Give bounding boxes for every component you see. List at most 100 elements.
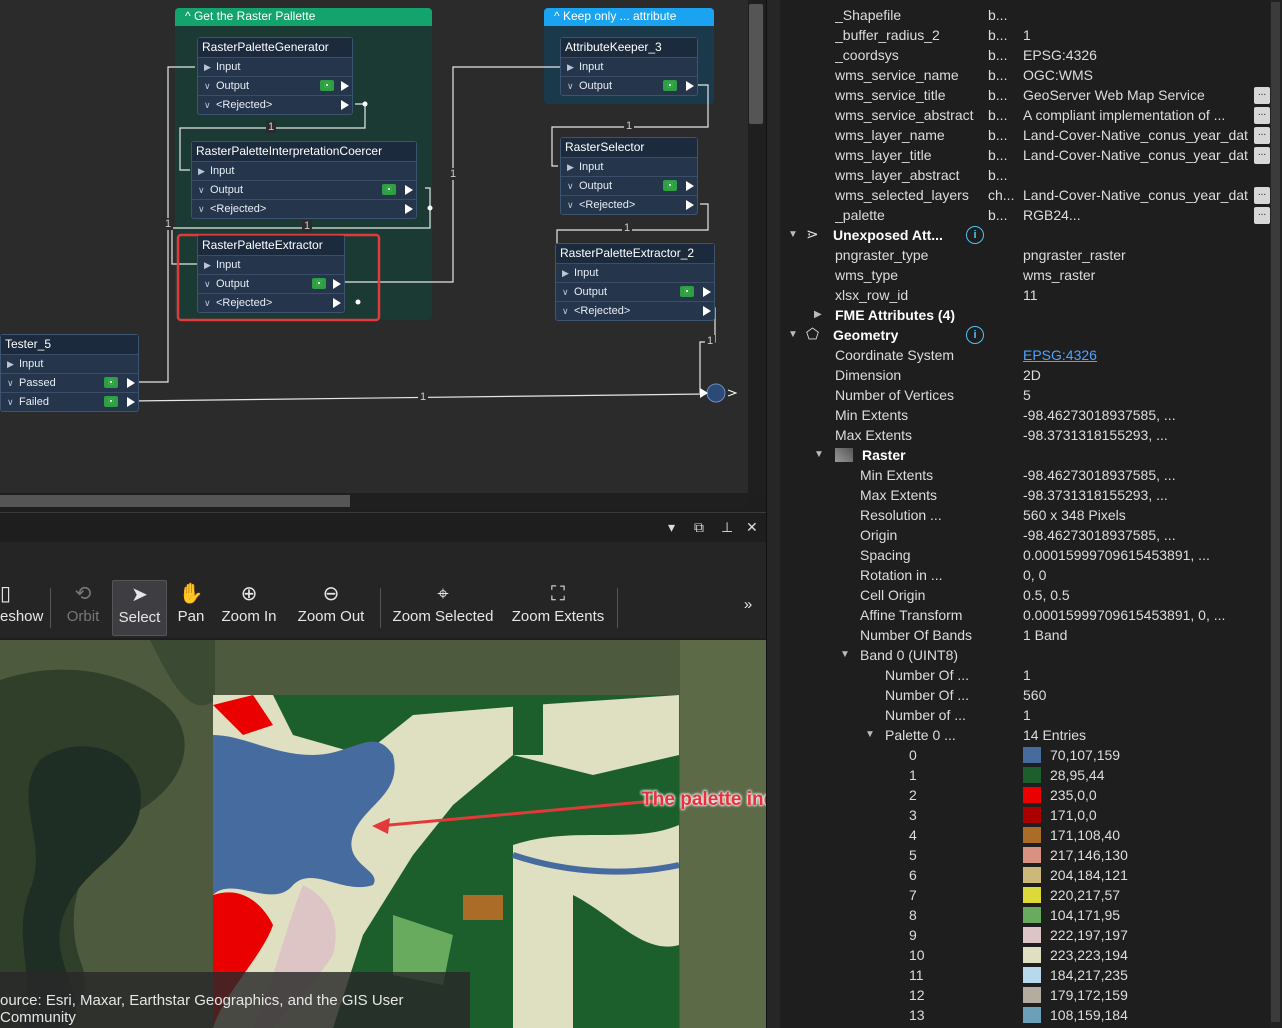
eye-icon[interactable] — [104, 377, 118, 388]
input-port[interactable]: ▶ Input — [561, 57, 697, 76]
band-row[interactable]: Number Of ... 560 — [780, 685, 1270, 705]
attribute-row[interactable]: wms_type wms_raster — [780, 265, 1270, 285]
property-value[interactable]: EPSG:4326 — [1023, 345, 1260, 365]
input-port[interactable]: ▶ Input — [556, 263, 714, 282]
attribute-row[interactable]: wms_service_abstract b... A compliant impl… — [780, 105, 1270, 125]
palette-entry-row[interactable]: 3 171,0,0 — [780, 805, 1270, 825]
scroll-thumb[interactable] — [1271, 2, 1280, 1022]
input-port[interactable]: ▶ Input — [198, 255, 344, 274]
rejected-port[interactable]: ∨ <Rejected> — [192, 199, 416, 218]
transformer-tester[interactable]: Tester_5 ▶ Input ∨ Passed ∨ Failed — [0, 334, 139, 412]
pin-icon[interactable]: ⊥ — [721, 519, 733, 536]
raster-row[interactable]: Min Extents -98.46273018937585, ... — [780, 465, 1270, 485]
transformer-raster-selector[interactable]: RasterSelector ▶ Input ∨ Output ∨ <Rejected… — [560, 137, 698, 215]
palette-entry-row[interactable]: 13 108,159,184 — [780, 1005, 1270, 1025]
palette-entry-row[interactable]: 10 223,223,194 — [780, 945, 1270, 965]
palette-entry-row[interactable]: 5 217,146,130 — [780, 845, 1270, 865]
zoom-selected-button[interactable]: ⌖ Zoom Selected — [390, 580, 496, 636]
output-port[interactable]: ∨ Output — [561, 76, 697, 95]
section-unexposed-attributes[interactable]: ▼ ⋗ Unexposed Att... i — [780, 225, 1270, 245]
expand-value-button[interactable]: ... — [1254, 127, 1270, 144]
palette-entry-row[interactable]: 0 70,107,159 — [780, 745, 1270, 765]
eye-icon[interactable] — [382, 184, 396, 195]
attribute-row[interactable]: wms_layer_title b... Land-Cover-Native_con… — [780, 145, 1270, 165]
output-port[interactable]: ∨ Output — [198, 76, 352, 95]
chevron-down-icon[interactable]: ▼ — [788, 325, 798, 345]
band-row[interactable]: Number Of ... 1 — [780, 665, 1270, 685]
zoom-out-button[interactable]: ⊖ Zoom Out — [292, 580, 370, 636]
palette-entry-row[interactable]: 1 28,95,44 — [780, 765, 1270, 785]
input-port[interactable]: ▶ Input — [561, 157, 697, 176]
scroll-thumb[interactable] — [0, 495, 350, 507]
chevron-right-icon[interactable]: ▶ — [814, 305, 822, 325]
attribute-row[interactable]: _coordsys b... EPSG:4326 — [780, 45, 1270, 65]
palette-entry-row[interactable]: 11 184,217,235 — [780, 965, 1270, 985]
raster-row[interactable]: Max Extents -98.3731318155293, ... — [780, 485, 1270, 505]
panel-splitter[interactable] — [766, 0, 780, 1028]
attribute-row[interactable]: _buffer_radius_2 b... 1 — [780, 25, 1270, 45]
raster-row[interactable]: Spacing 0.00015999709615453891, ... — [780, 545, 1270, 565]
rejected-port[interactable]: ∨ <Rejected> — [556, 301, 714, 320]
rejected-port[interactable]: ∨ <Rejected> — [198, 95, 352, 114]
geometry-row[interactable]: Dimension 2D — [780, 365, 1270, 385]
attribute-row[interactable]: _Shapefile b... — [780, 5, 1270, 25]
raster-row[interactable]: Origin -98.46273018937585, ... — [780, 525, 1270, 545]
close-icon[interactable]: ✕ — [746, 519, 758, 536]
geometry-row[interactable]: Number of Vertices 5 — [780, 385, 1270, 405]
info-icon[interactable]: i — [966, 326, 984, 344]
palette-entry-row[interactable]: 6 204,184,121 — [780, 865, 1270, 885]
attribute-row[interactable]: xlsx_row_id 11 — [780, 285, 1270, 305]
expand-value-button[interactable]: ... — [1254, 147, 1270, 164]
palette-entry-row[interactable]: 12 179,172,159 — [780, 985, 1270, 1005]
transformer-attribute-keeper[interactable]: AttributeKeeper_3 ▶ Input ∨ Output — [560, 37, 698, 96]
dropdown-icon[interactable]: ▾ — [668, 519, 675, 536]
geometry-row[interactable]: Min Extents -98.46273018937585, ... — [780, 405, 1270, 425]
attribute-row[interactable]: wms_layer_name b... Land-Cover-Native_conu… — [780, 125, 1270, 145]
eye-icon[interactable] — [312, 278, 326, 289]
raster-row[interactable]: Resolution ... 560 x 348 Pixels — [780, 505, 1270, 525]
transformer-raster-palette-generator[interactable]: RasterPaletteGenerator ▶ Input ∨ Output ∨ <… — [197, 37, 353, 115]
geometry-row[interactable]: Coordinate System EPSG:4326 — [780, 345, 1270, 365]
info-icon[interactable]: i — [966, 226, 984, 244]
orbit-button[interactable]: ⟲ Orbit — [60, 580, 106, 636]
geometry-row[interactable]: Max Extents -98.3731318155293, ... — [780, 425, 1270, 445]
chevron-down-icon[interactable]: ▼ — [840, 645, 850, 665]
expand-value-button[interactable]: ... — [1254, 87, 1270, 104]
section-fme-attributes[interactable]: ▶ FME Attributes (4) — [780, 305, 1270, 325]
pan-button[interactable]: ✋ Pan — [172, 580, 210, 636]
palette-entry-row[interactable]: 7 220,217,57 — [780, 885, 1270, 905]
output-port[interactable]: ∨ Output — [198, 274, 344, 293]
attribute-row[interactable]: wms_selected_layers ch... Land-Cover-Nativ… — [780, 185, 1270, 205]
chevron-down-icon[interactable]: ▼ — [865, 725, 875, 745]
attribute-row[interactable]: wms_layer_abstract b... — [780, 165, 1270, 185]
raster-row[interactable]: Cell Origin 0.5, 0.5 — [780, 585, 1270, 605]
palette-entry-row[interactable]: 9 222,197,197 — [780, 925, 1270, 945]
scroll-thumb[interactable] — [749, 4, 763, 124]
eye-icon[interactable] — [663, 80, 677, 91]
attribute-row[interactable]: pngraster_type pngraster_raster — [780, 245, 1270, 265]
slideshow-button[interactable]: ▯ eshow — [0, 580, 43, 636]
section-raster[interactable]: ▼ Raster — [780, 445, 1270, 465]
attribute-row[interactable]: _palette b... RGB24...... — [780, 205, 1270, 225]
raster-row[interactable]: Affine Transform 0.00015999709615453891, … — [780, 605, 1270, 625]
workspace-canvas[interactable]: ^ Get the Raster Pallette ^ Keep only ..… — [0, 0, 748, 495]
section-geometry[interactable]: ▼ ⬠ Geometry i — [780, 325, 1270, 345]
palette-entry-row[interactable]: 2 235,0,0 — [780, 785, 1270, 805]
eye-icon[interactable] — [320, 80, 334, 91]
zoom-extents-button[interactable]: ⛶ Zoom Extents — [508, 580, 608, 636]
select-button[interactable]: ➤ Select — [112, 580, 167, 636]
input-port[interactable]: ▶ Input — [192, 161, 416, 180]
failed-port[interactable]: ∨ Failed — [1, 392, 138, 411]
raster-row[interactable]: Number Of Bands 1 Band — [780, 625, 1270, 645]
output-port[interactable]: ∨ Output — [192, 180, 416, 199]
attribute-row[interactable]: wms_service_name b... OGC:WMS — [780, 65, 1270, 85]
passed-port[interactable]: ∨ Passed — [1, 373, 138, 392]
float-icon[interactable]: ⧉ — [694, 519, 704, 536]
output-port[interactable]: ∨ Output — [556, 282, 714, 301]
map-view[interactable] — [0, 640, 766, 1028]
eye-icon[interactable] — [663, 180, 677, 191]
input-port[interactable]: ▶ Input — [198, 57, 352, 76]
chevron-down-icon[interactable]: ▼ — [814, 445, 824, 465]
expand-value-button[interactable]: ... — [1254, 187, 1270, 204]
raster-row[interactable]: Rotation in ... 0, 0 — [780, 565, 1270, 585]
